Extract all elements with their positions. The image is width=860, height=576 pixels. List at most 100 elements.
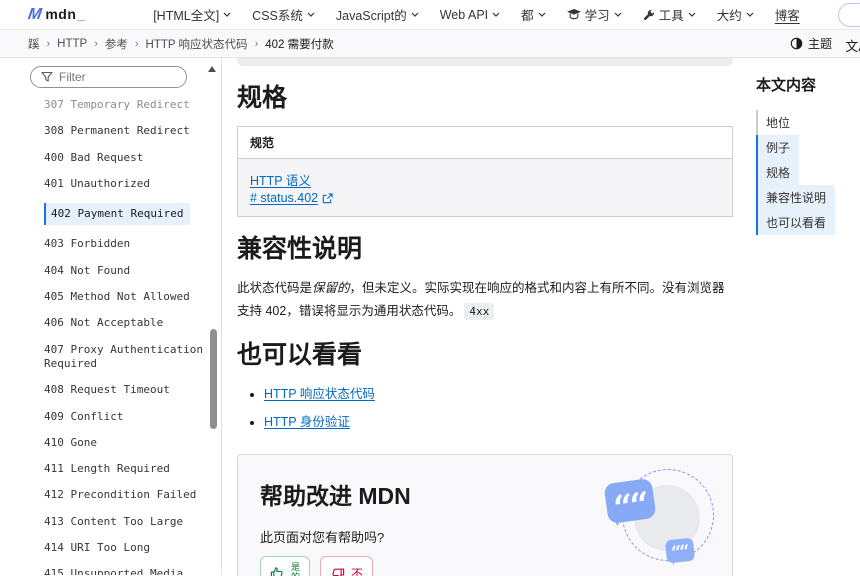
sidebar-item-403[interactable]: 403 Forbidden bbox=[44, 237, 216, 251]
chevron-down-icon bbox=[223, 12, 231, 17]
sidebar-item-402[interactable]: 402 Payment Required bbox=[44, 203, 190, 225]
sidebar-list: 307 Temporary Redirect 308 Permanent Redi… bbox=[44, 98, 218, 575]
sidebar-item-400[interactable]: 400 Bad Request bbox=[44, 151, 216, 165]
filter-input[interactable] bbox=[59, 70, 176, 84]
sidebar-item-408[interactable]: 408 Request Timeout bbox=[44, 383, 216, 397]
toc-item-3[interactable]: 兼容性说明 bbox=[756, 185, 835, 210]
chevron-down-icon bbox=[614, 12, 622, 17]
toc-item-4[interactable]: 也可以看看 bbox=[756, 210, 835, 235]
breadcrumb-separator: › bbox=[255, 38, 259, 50]
feedback-question: 此页面对您有帮助吗? bbox=[260, 527, 710, 546]
sidebar-item-308[interactable]: 308 Permanent Redirect bbox=[44, 124, 216, 138]
nav-item-label: 都 bbox=[521, 5, 534, 24]
see-also-link-0[interactable]: HTTP 响应状态代码 bbox=[264, 387, 375, 401]
translate-icon[interactable]: 文A bbox=[845, 36, 860, 55]
breadcrumb-separator: › bbox=[47, 38, 51, 50]
sidebar-item-412[interactable]: 412 Precondition Failed bbox=[44, 488, 216, 502]
sidebar-item-404[interactable]: 404 Not Found bbox=[44, 264, 216, 278]
thumbs-up-icon bbox=[270, 566, 285, 576]
theme-label: 主题 bbox=[808, 35, 832, 52]
sidebar-item-406[interactable]: 406 Not Acceptable bbox=[44, 316, 216, 330]
toc-item-0[interactable]: 地位 bbox=[756, 110, 799, 135]
breadcrumb-item-2[interactable]: 参考 bbox=[105, 36, 128, 52]
sidebar-item-411[interactable]: 411 Length Required bbox=[44, 462, 216, 476]
nav-item-5[interactable]: 学习 bbox=[567, 5, 622, 24]
toc-item-2[interactable]: 规格 bbox=[756, 160, 799, 185]
chevron-down-icon bbox=[411, 12, 419, 17]
nav-item-label: 博客 bbox=[775, 5, 800, 24]
nav-item-label: CSS系统 bbox=[252, 5, 303, 24]
breadcrumb-item-3[interactable]: HTTP 响应状态代码 bbox=[146, 36, 248, 52]
toc-title: 本文内容 bbox=[756, 74, 858, 95]
breadcrumb: 蹊›HTTP›参考›HTTP 响应状态代码›402 需要付款 bbox=[28, 36, 334, 52]
sidebar-scrollbar-thumb[interactable] bbox=[210, 329, 217, 429]
spec-link-http-semantics[interactable]: HTTP 语义 bbox=[250, 170, 311, 189]
funnel-icon bbox=[41, 71, 53, 83]
chevron-down-icon bbox=[688, 12, 696, 17]
thumbs-down-label: 不 bbox=[351, 565, 363, 576]
theme-icon bbox=[790, 37, 803, 50]
nav-item-2[interactable]: JavaScript的 bbox=[336, 5, 419, 24]
toc-item-1[interactable]: 例子 bbox=[756, 135, 799, 160]
sidebar-item-307[interactable]: 307 Temporary Redirect bbox=[44, 98, 216, 112]
feedback-card: 帮助改进 MDN 此页面对您有帮助吗? 是的 不 了解如何做出贡献 This p… bbox=[237, 454, 733, 576]
section-heading-see-also: 也可以看看 bbox=[237, 335, 733, 371]
nav-item-4[interactable]: 都 bbox=[521, 5, 546, 24]
spec-table-header: 规范 bbox=[238, 127, 733, 159]
chevron-down-icon bbox=[538, 12, 546, 17]
code-block-remnant bbox=[237, 58, 733, 66]
breadcrumb-item-0[interactable]: 蹊 bbox=[28, 36, 40, 52]
scroll-up-arrow-icon[interactable] bbox=[208, 66, 216, 72]
nav-item-label: JavaScript的 bbox=[336, 5, 407, 24]
breadcrumb-item-4: 402 需要付款 bbox=[265, 36, 333, 52]
theme-button[interactable]: 主题 bbox=[790, 35, 832, 52]
thumbs-down-button[interactable]: 不 bbox=[320, 556, 373, 576]
nav-menu: [HTML全文] CSS系统 JavaScript的 Web API 都 学习 工具 大约 博客 bbox=[153, 5, 800, 24]
breadcrumb-item-1[interactable]: HTTP bbox=[57, 38, 87, 50]
thumbs-up-label: 是的 bbox=[291, 563, 300, 576]
nav-item-8[interactable]: 博客 bbox=[775, 5, 800, 24]
chevron-down-icon bbox=[746, 12, 754, 17]
filter-box bbox=[30, 66, 187, 88]
sidebar-item-415[interactable]: 415 Unsupported Media Type bbox=[44, 567, 216, 575]
thumbs-down-icon bbox=[330, 566, 345, 576]
page-layout: 307 Temporary Redirect 308 Permanent Redi… bbox=[0, 58, 860, 575]
sidebar: 307 Temporary Redirect 308 Permanent Redi… bbox=[0, 58, 222, 575]
section-heading-compatibility: 兼容性说明 bbox=[237, 229, 733, 265]
graduation-cap-icon bbox=[567, 9, 581, 20]
section-heading-specifications: 规格 bbox=[237, 78, 733, 114]
see-also-item: HTTP 身份验证 bbox=[264, 411, 733, 430]
see-also-item: HTTP 响应状态代码 bbox=[264, 383, 733, 402]
nav-item-6[interactable]: 工具 bbox=[643, 5, 696, 24]
breadcrumb-separator: › bbox=[94, 38, 98, 50]
breadcrumb-bar: 蹊›HTTP›参考›HTTP 响应状态代码›402 需要付款 主题 文A bbox=[0, 30, 860, 58]
nav-item-0[interactable]: [HTML全文] bbox=[153, 5, 231, 24]
sidebar-item-409[interactable]: 409 Conflict bbox=[44, 410, 216, 424]
sidebar-item-401[interactable]: 401 Unauthorized bbox=[44, 177, 216, 191]
nav-item-label: [HTML全文] bbox=[153, 5, 219, 24]
thumbs-up-button[interactable]: 是的 bbox=[260, 556, 310, 576]
spec-link-status-402[interactable]: # status.402 bbox=[250, 191, 333, 205]
mdn-logo[interactable]: M mdn _ bbox=[28, 6, 85, 24]
top-navigation-bar: M mdn _ [HTML全文] CSS系统 JavaScript的 Web API 都… bbox=[0, 0, 860, 30]
mdn-logo-underscore: _ bbox=[77, 6, 85, 22]
chevron-down-icon bbox=[492, 12, 500, 17]
spec-table: 规范 HTTP 语义 # status.402 bbox=[237, 126, 733, 217]
sidebar-item-405[interactable]: 405 Method Not Allowed bbox=[44, 290, 216, 304]
feedback-heading: 帮助改进 MDN bbox=[260, 477, 710, 511]
nav-item-7[interactable]: 大约 bbox=[717, 5, 754, 24]
nav-item-1[interactable]: CSS系统 bbox=[252, 5, 315, 24]
sidebar-item-407[interactable]: 407 Proxy Authentication Required bbox=[44, 343, 216, 372]
nav-item-label: 工具 bbox=[659, 5, 684, 24]
sidebar-item-410[interactable]: 410 Gone bbox=[44, 436, 216, 450]
sidebar-item-413[interactable]: 413 Content Too Large bbox=[44, 515, 216, 529]
sidebar-item-414[interactable]: 414 URI Too Long bbox=[44, 541, 216, 555]
chevron-down-icon bbox=[307, 12, 315, 17]
nav-item-3[interactable]: Web API bbox=[440, 8, 500, 22]
see-also-list: HTTP 响应状态代码 HTTP 身份验证 bbox=[237, 383, 733, 430]
nav-item-label: Web API bbox=[440, 8, 488, 22]
search-input[interactable] bbox=[838, 3, 860, 27]
main-content: 规格 规范 HTTP 语义 # status.402 兼容性说明 此状态代码是保… bbox=[222, 58, 748, 575]
see-also-link-1[interactable]: HTTP 身份验证 bbox=[264, 415, 350, 429]
nav-item-label: 学习 bbox=[585, 5, 610, 24]
